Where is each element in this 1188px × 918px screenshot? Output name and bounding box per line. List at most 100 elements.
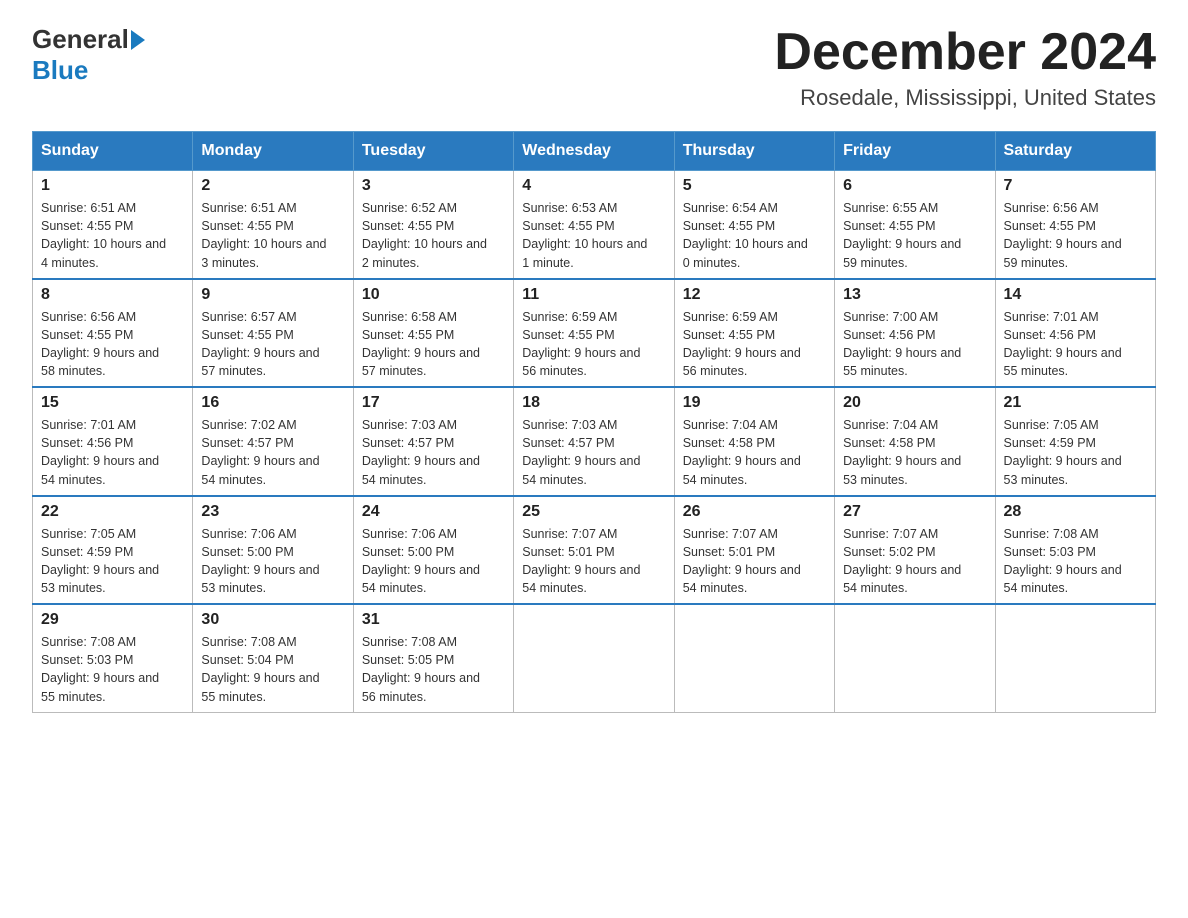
calendar-title: December 2024	[774, 24, 1156, 81]
table-row: 29 Sunrise: 7:08 AMSunset: 5:03 PMDaylig…	[33, 604, 193, 712]
col-friday: Friday	[835, 132, 995, 171]
day-number: 22	[41, 503, 184, 521]
day-info: Sunrise: 7:01 AMSunset: 4:56 PMDaylight:…	[1004, 310, 1122, 378]
day-number: 28	[1004, 503, 1147, 521]
day-number: 27	[843, 503, 986, 521]
table-row: 22 Sunrise: 7:05 AMSunset: 4:59 PMDaylig…	[33, 496, 193, 605]
table-row: 16 Sunrise: 7:02 AMSunset: 4:57 PMDaylig…	[193, 387, 353, 496]
calendar-week-row: 22 Sunrise: 7:05 AMSunset: 4:59 PMDaylig…	[33, 496, 1156, 605]
day-number: 4	[522, 177, 665, 195]
day-number: 6	[843, 177, 986, 195]
day-number: 18	[522, 394, 665, 412]
table-row: 24 Sunrise: 7:06 AMSunset: 5:00 PMDaylig…	[353, 496, 513, 605]
logo-blue-text: Blue	[32, 55, 88, 86]
day-info: Sunrise: 6:56 AMSunset: 4:55 PMDaylight:…	[1004, 201, 1122, 269]
day-info: Sunrise: 7:05 AMSunset: 4:59 PMDaylight:…	[1004, 418, 1122, 486]
day-info: Sunrise: 7:07 AMSunset: 5:01 PMDaylight:…	[522, 527, 640, 595]
table-row: 5 Sunrise: 6:54 AMSunset: 4:55 PMDayligh…	[674, 171, 834, 279]
page-header: General Blue December 2024 Rosedale, Mis…	[32, 24, 1156, 111]
col-thursday: Thursday	[674, 132, 834, 171]
table-row: 7 Sunrise: 6:56 AMSunset: 4:55 PMDayligh…	[995, 171, 1155, 279]
calendar-table: Sunday Monday Tuesday Wednesday Thursday…	[32, 131, 1156, 713]
day-info: Sunrise: 6:59 AMSunset: 4:55 PMDaylight:…	[683, 310, 801, 378]
table-row: 3 Sunrise: 6:52 AMSunset: 4:55 PMDayligh…	[353, 171, 513, 279]
table-row: 10 Sunrise: 6:58 AMSunset: 4:55 PMDaylig…	[353, 279, 513, 388]
col-monday: Monday	[193, 132, 353, 171]
table-row: 26 Sunrise: 7:07 AMSunset: 5:01 PMDaylig…	[674, 496, 834, 605]
table-row: 14 Sunrise: 7:01 AMSunset: 4:56 PMDaylig…	[995, 279, 1155, 388]
day-number: 16	[201, 394, 344, 412]
logo-arrow-icon	[131, 30, 145, 50]
day-info: Sunrise: 7:05 AMSunset: 4:59 PMDaylight:…	[41, 527, 159, 595]
calendar-week-row: 8 Sunrise: 6:56 AMSunset: 4:55 PMDayligh…	[33, 279, 1156, 388]
day-number: 3	[362, 177, 505, 195]
day-number: 9	[201, 286, 344, 304]
day-info: Sunrise: 6:59 AMSunset: 4:55 PMDaylight:…	[522, 310, 640, 378]
calendar-week-row: 15 Sunrise: 7:01 AMSunset: 4:56 PMDaylig…	[33, 387, 1156, 496]
table-row	[514, 604, 674, 712]
day-info: Sunrise: 7:02 AMSunset: 4:57 PMDaylight:…	[201, 418, 319, 486]
col-tuesday: Tuesday	[353, 132, 513, 171]
day-number: 24	[362, 503, 505, 521]
day-number: 20	[843, 394, 986, 412]
day-info: Sunrise: 7:04 AMSunset: 4:58 PMDaylight:…	[843, 418, 961, 486]
table-row: 15 Sunrise: 7:01 AMSunset: 4:56 PMDaylig…	[33, 387, 193, 496]
table-row: 4 Sunrise: 6:53 AMSunset: 4:55 PMDayligh…	[514, 171, 674, 279]
logo-general-text: General	[32, 24, 129, 55]
day-info: Sunrise: 6:51 AMSunset: 4:55 PMDaylight:…	[201, 201, 326, 269]
table-row: 25 Sunrise: 7:07 AMSunset: 5:01 PMDaylig…	[514, 496, 674, 605]
table-row: 31 Sunrise: 7:08 AMSunset: 5:05 PMDaylig…	[353, 604, 513, 712]
table-row: 2 Sunrise: 6:51 AMSunset: 4:55 PMDayligh…	[193, 171, 353, 279]
day-info: Sunrise: 6:52 AMSunset: 4:55 PMDaylight:…	[362, 201, 487, 269]
table-row	[995, 604, 1155, 712]
col-wednesday: Wednesday	[514, 132, 674, 171]
day-number: 31	[362, 611, 505, 629]
day-info: Sunrise: 7:06 AMSunset: 5:00 PMDaylight:…	[201, 527, 319, 595]
day-info: Sunrise: 7:07 AMSunset: 5:01 PMDaylight:…	[683, 527, 801, 595]
day-info: Sunrise: 6:57 AMSunset: 4:55 PMDaylight:…	[201, 310, 319, 378]
table-row: 12 Sunrise: 6:59 AMSunset: 4:55 PMDaylig…	[674, 279, 834, 388]
day-number: 7	[1004, 177, 1147, 195]
day-info: Sunrise: 6:53 AMSunset: 4:55 PMDaylight:…	[522, 201, 647, 269]
calendar-subtitle: Rosedale, Mississippi, United States	[774, 85, 1156, 111]
day-number: 17	[362, 394, 505, 412]
table-row: 21 Sunrise: 7:05 AMSunset: 4:59 PMDaylig…	[995, 387, 1155, 496]
day-number: 11	[522, 286, 665, 304]
table-row: 23 Sunrise: 7:06 AMSunset: 5:00 PMDaylig…	[193, 496, 353, 605]
day-info: Sunrise: 7:03 AMSunset: 4:57 PMDaylight:…	[362, 418, 480, 486]
calendar-week-row: 1 Sunrise: 6:51 AMSunset: 4:55 PMDayligh…	[33, 171, 1156, 279]
table-row: 1 Sunrise: 6:51 AMSunset: 4:55 PMDayligh…	[33, 171, 193, 279]
day-number: 13	[843, 286, 986, 304]
logo: General Blue	[32, 24, 147, 86]
day-info: Sunrise: 7:07 AMSunset: 5:02 PMDaylight:…	[843, 527, 961, 595]
table-row: 30 Sunrise: 7:08 AMSunset: 5:04 PMDaylig…	[193, 604, 353, 712]
day-number: 1	[41, 177, 184, 195]
day-info: Sunrise: 7:08 AMSunset: 5:05 PMDaylight:…	[362, 635, 480, 703]
table-row: 28 Sunrise: 7:08 AMSunset: 5:03 PMDaylig…	[995, 496, 1155, 605]
table-row: 18 Sunrise: 7:03 AMSunset: 4:57 PMDaylig…	[514, 387, 674, 496]
col-saturday: Saturday	[995, 132, 1155, 171]
day-info: Sunrise: 7:01 AMSunset: 4:56 PMDaylight:…	[41, 418, 159, 486]
day-info: Sunrise: 7:08 AMSunset: 5:04 PMDaylight:…	[201, 635, 319, 703]
day-number: 26	[683, 503, 826, 521]
day-info: Sunrise: 7:08 AMSunset: 5:03 PMDaylight:…	[1004, 527, 1122, 595]
table-row: 17 Sunrise: 7:03 AMSunset: 4:57 PMDaylig…	[353, 387, 513, 496]
table-row: 6 Sunrise: 6:55 AMSunset: 4:55 PMDayligh…	[835, 171, 995, 279]
table-row: 20 Sunrise: 7:04 AMSunset: 4:58 PMDaylig…	[835, 387, 995, 496]
day-info: Sunrise: 6:56 AMSunset: 4:55 PMDaylight:…	[41, 310, 159, 378]
table-row: 19 Sunrise: 7:04 AMSunset: 4:58 PMDaylig…	[674, 387, 834, 496]
day-number: 5	[683, 177, 826, 195]
day-info: Sunrise: 6:58 AMSunset: 4:55 PMDaylight:…	[362, 310, 480, 378]
day-number: 10	[362, 286, 505, 304]
day-info: Sunrise: 6:55 AMSunset: 4:55 PMDaylight:…	[843, 201, 961, 269]
col-sunday: Sunday	[33, 132, 193, 171]
day-number: 2	[201, 177, 344, 195]
day-number: 25	[522, 503, 665, 521]
table-row: 11 Sunrise: 6:59 AMSunset: 4:55 PMDaylig…	[514, 279, 674, 388]
calendar-week-row: 29 Sunrise: 7:08 AMSunset: 5:03 PMDaylig…	[33, 604, 1156, 712]
day-number: 23	[201, 503, 344, 521]
table-row: 9 Sunrise: 6:57 AMSunset: 4:55 PMDayligh…	[193, 279, 353, 388]
table-row: 27 Sunrise: 7:07 AMSunset: 5:02 PMDaylig…	[835, 496, 995, 605]
day-number: 29	[41, 611, 184, 629]
day-number: 21	[1004, 394, 1147, 412]
